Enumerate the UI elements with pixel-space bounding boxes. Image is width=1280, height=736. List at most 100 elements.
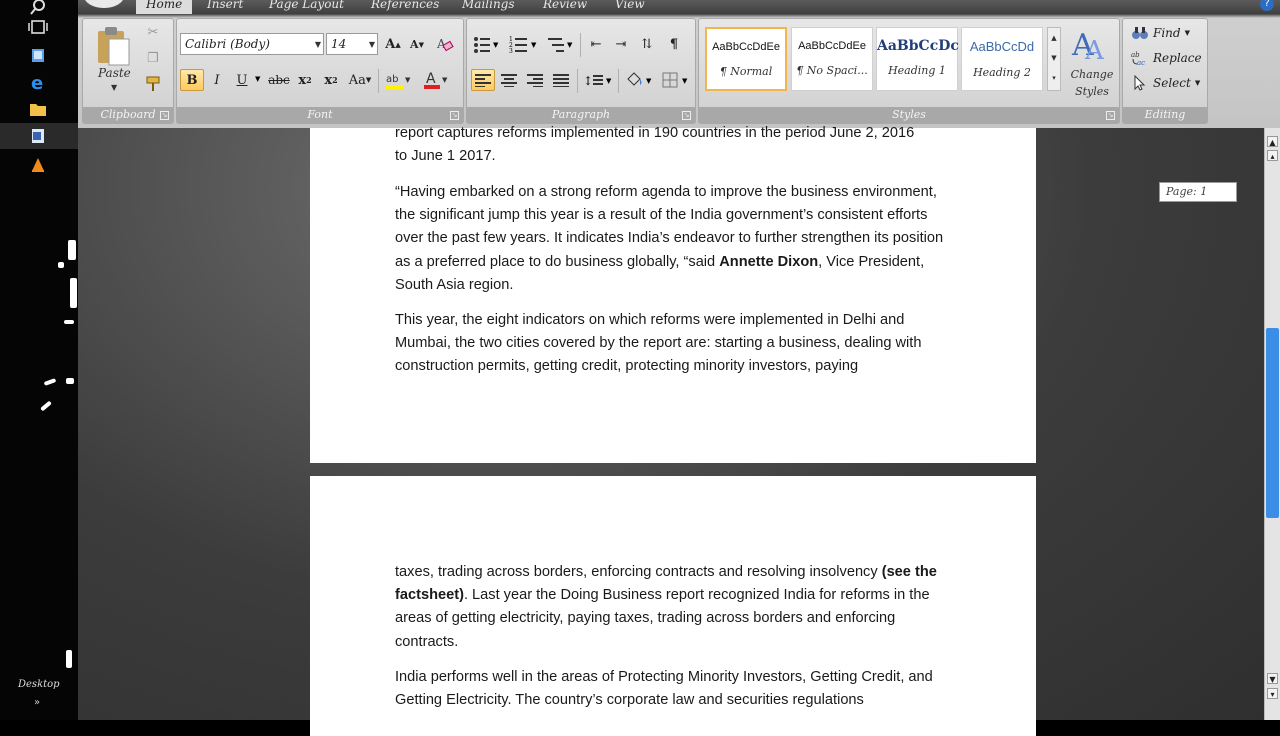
- styles-launcher-icon[interactable]: ↘: [1106, 111, 1115, 120]
- change-styles-icon[interactable]: AA: [1071, 25, 1111, 61]
- replace-label: Replace: [1153, 51, 1202, 65]
- style-sample: AaBbCcDdEe: [712, 41, 780, 53]
- shading-button[interactable]: ▼: [622, 69, 656, 91]
- wallpaper-splat: [66, 378, 74, 384]
- document-workspace[interactable]: report captures reforms implemented in 1…: [78, 125, 1264, 736]
- copy-icon[interactable]: ❐: [141, 47, 165, 69]
- style-no-spacing[interactable]: AaBbCcDdEe ¶ No Spaci...: [791, 27, 873, 91]
- style-name: Heading 2: [973, 66, 1031, 79]
- desktop-label[interactable]: Desktop: [18, 679, 60, 690]
- chevron-down-icon: ▼: [1184, 29, 1190, 37]
- style-normal[interactable]: AaBbCcDdEe ¶ Normal: [705, 27, 787, 91]
- strikethrough-button[interactable]: abc: [267, 69, 291, 91]
- select-button[interactable]: Select ▼: [1131, 75, 1200, 91]
- increase-indent-icon[interactable]: ⇥: [609, 33, 633, 55]
- taskbar-edge[interactable]: e: [0, 69, 78, 95]
- binoculars-icon: [1132, 27, 1148, 39]
- show-formatting-marks-icon[interactable]: ¶: [662, 33, 686, 55]
- separator: [580, 33, 581, 57]
- scroll-down-arrow-icon[interactable]: ▼: [1267, 673, 1278, 684]
- bullets-icon: ▼: [474, 37, 499, 53]
- tab-mailings[interactable]: Mailings: [462, 0, 515, 11]
- align-center-button[interactable]: [497, 69, 521, 91]
- chevron-down-icon[interactable]: »: [34, 697, 40, 708]
- style-heading-1[interactable]: AaBbCcDc Heading 1: [876, 27, 959, 91]
- next-page-icon[interactable]: ▾: [1267, 688, 1278, 699]
- italic-button[interactable]: I: [205, 69, 229, 91]
- change-case-button[interactable]: Aa ▼: [345, 69, 375, 91]
- font-launcher-icon[interactable]: ↘: [450, 111, 459, 120]
- find-button[interactable]: Find ▼: [1131, 25, 1190, 41]
- line-spacing-button[interactable]: ↕ ▼: [581, 69, 615, 91]
- paragraph-launcher-icon[interactable]: ↘: [682, 111, 691, 120]
- wallpaper-splat: [66, 650, 72, 668]
- tab-review[interactable]: Review: [543, 0, 587, 11]
- decrease-indent-icon[interactable]: ⇤: [584, 33, 608, 55]
- chevron-down-icon[interactable]: ▼: [255, 75, 260, 83]
- store-icon: [32, 49, 44, 62]
- clipboard-launcher-icon[interactable]: ↘: [160, 111, 169, 120]
- text-line: to June 1 2017.: [395, 148, 496, 165]
- underline-button[interactable]: U: [230, 69, 254, 91]
- scrollbar-thumb[interactable]: [1266, 328, 1279, 518]
- shrink-font-icon[interactable]: A ▼: [405, 33, 429, 55]
- taskbar-app-store[interactable]: [0, 42, 78, 68]
- cut-icon[interactable]: ✂: [141, 21, 165, 43]
- font-size-value: 14: [331, 37, 347, 51]
- tab-home[interactable]: Home: [136, 0, 193, 14]
- paste-button[interactable]: Paste: [98, 66, 131, 80]
- bold-button[interactable]: B: [180, 69, 204, 91]
- folder-icon: [30, 104, 46, 116]
- svg-text:e: e: [31, 73, 43, 91]
- vertical-scrollbar[interactable]: ▲ ▴ ▼ ▾: [1264, 128, 1280, 720]
- document-page[interactable]: taxes, trading across borders, enforcing…: [310, 476, 1036, 736]
- sort-icon[interactable]: ⇅: [635, 33, 659, 55]
- superscript-button[interactable]: x2: [319, 69, 343, 91]
- taskbar-vlc[interactable]: [0, 152, 78, 178]
- cursor-arrow-icon: [1134, 75, 1146, 91]
- replace-button[interactable]: ab ac Replace: [1131, 50, 1202, 66]
- document-page[interactable]: report captures reforms implemented in 1…: [310, 125, 1036, 463]
- subscript-button[interactable]: x2: [293, 69, 317, 91]
- taskbar-word[interactable]: [0, 123, 78, 149]
- previous-page-icon[interactable]: ▴: [1267, 150, 1278, 161]
- justify-button[interactable]: [549, 69, 573, 91]
- multilevel-list-button[interactable]: ▼: [545, 33, 577, 55]
- numbering-button[interactable]: 1 2 3 ▼: [507, 33, 541, 55]
- style-name: ¶ No Spaci...: [796, 64, 868, 77]
- chevron-down-icon[interactable]: ▼: [111, 83, 117, 92]
- text-run: . Last year the Doing Business report re…: [395, 587, 930, 650]
- font-color-icon: A ▼: [424, 71, 448, 89]
- svg-text:▼: ▼: [442, 76, 448, 84]
- grow-font-icon[interactable]: A ▲: [381, 33, 405, 55]
- wallpaper-splat: [43, 378, 57, 386]
- tab-view[interactable]: View: [615, 0, 645, 11]
- scroll-up-arrow-icon[interactable]: ▲: [1267, 136, 1278, 147]
- clear-formatting-icon[interactable]: A: [433, 33, 457, 55]
- tab-references[interactable]: References: [371, 0, 439, 11]
- style-sample: AaBbCcDc: [877, 38, 959, 54]
- font-name-select[interactable]: Calibri (Body) ▼: [180, 33, 324, 55]
- tab-page-layout[interactable]: Page Layout: [269, 0, 344, 11]
- font-color-button[interactable]: A ▼: [421, 69, 451, 91]
- font-size-select[interactable]: 14 ▼: [326, 33, 378, 55]
- svg-text:ac: ac: [1137, 59, 1145, 66]
- taskbar-file-explorer[interactable]: [0, 96, 78, 122]
- style-heading-2[interactable]: AaBbCcDd Heading 2: [961, 27, 1043, 91]
- format-painter-icon[interactable]: [141, 73, 165, 95]
- paste-icon[interactable]: [95, 25, 133, 67]
- change-styles-button[interactable]: Change Styles: [1067, 66, 1117, 100]
- tab-insert[interactable]: Insert: [207, 0, 243, 11]
- styles-gallery-scroll[interactable]: ▲ ▼ ▾: [1047, 27, 1061, 91]
- paragraph: “Having embarked on a strong reform agen…: [395, 181, 955, 297]
- style-name: Heading 1: [888, 64, 946, 77]
- highlight-color-button[interactable]: ab ▼: [383, 69, 413, 91]
- task-view-button[interactable]: [0, 14, 78, 40]
- bullets-button[interactable]: ▼: [471, 33, 503, 55]
- align-right-button[interactable]: [523, 69, 547, 91]
- highlighter-icon: ab ▼: [386, 74, 411, 89]
- align-left-button[interactable]: [471, 69, 495, 91]
- wallpaper-splat: [58, 262, 64, 268]
- borders-button[interactable]: ▼: [659, 69, 693, 91]
- chevron-down-icon: ▼: [368, 40, 375, 49]
